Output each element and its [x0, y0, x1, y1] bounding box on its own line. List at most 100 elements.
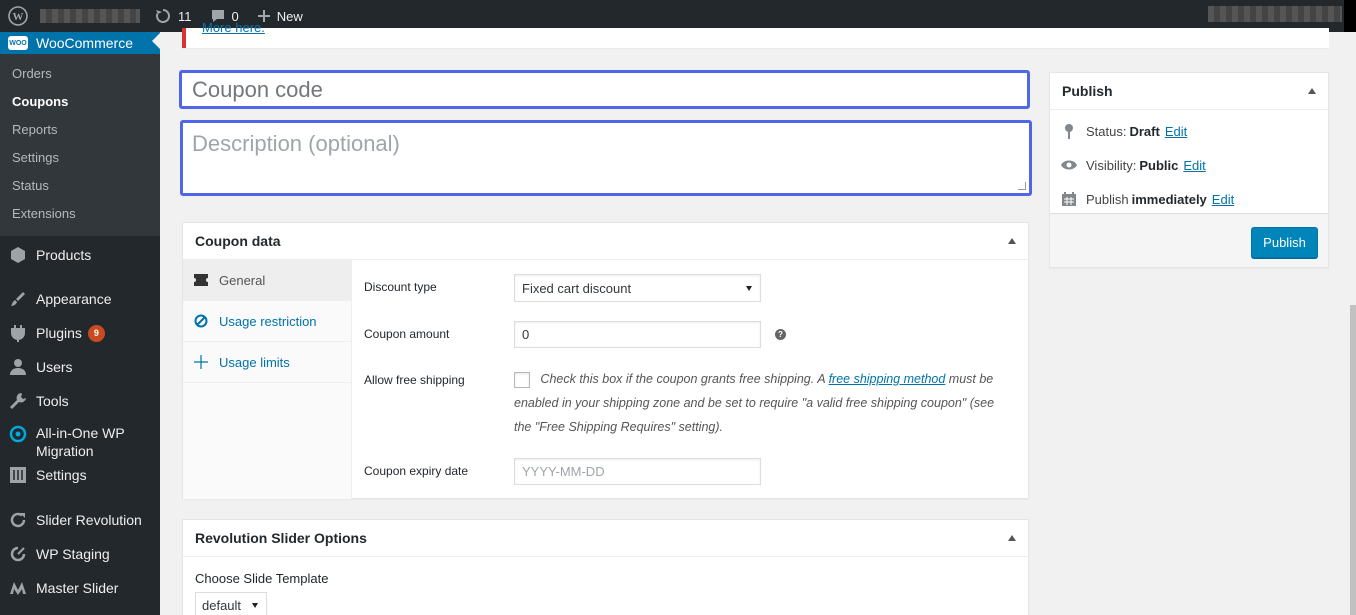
submenu-settings[interactable]: Settings: [0, 144, 160, 172]
box-icon: [8, 245, 28, 265]
publish-label: Publish: [1086, 191, 1129, 207]
calendar-icon: [1060, 191, 1078, 207]
collapse-arrow-icon[interactable]: [1008, 535, 1016, 541]
site-name-blurred[interactable]: [40, 9, 140, 23]
publish-title: Publish: [1062, 83, 1113, 99]
menu-master-slider[interactable]: Master Slider: [0, 571, 160, 605]
tab-usage-restriction[interactable]: Usage restriction: [183, 301, 351, 342]
menu-users[interactable]: Users: [0, 350, 160, 384]
discount-type-select[interactable]: Fixed cart discount: [514, 274, 761, 302]
free-shipping-row: Allow free shipping Check this box if th…: [364, 367, 1014, 439]
free-shipping-label: Allow free shipping: [364, 373, 465, 387]
submenu-extensions[interactable]: Extensions: [0, 200, 160, 228]
submenu-status[interactable]: Status: [0, 172, 160, 200]
menu-wp-staging[interactable]: WP Staging: [0, 537, 160, 571]
menu-woocommerce[interactable]: WOO WooCommerce: [0, 32, 160, 54]
coupon-code-input[interactable]: [192, 73, 1027, 107]
coupon-amount-row: Coupon amount 0 ?: [364, 321, 786, 348]
collapse-arrow-icon[interactable]: [1008, 238, 1016, 244]
woocommerce-submenu: Orders Coupons Reports Settings Status E…: [0, 54, 160, 236]
paintbrush-icon: [8, 289, 28, 309]
revolution-slider-title: Revolution Slider Options: [195, 530, 367, 546]
visibility-label: Visibility:: [1086, 157, 1137, 173]
submenu-coupons[interactable]: Coupons: [0, 88, 160, 116]
revolution-slider-box: Revolution Slider Options Choose Slide T…: [182, 519, 1029, 615]
tab-usage-restriction-label: Usage restriction: [219, 313, 317, 329]
tab-general-label: General: [219, 272, 266, 288]
restriction-icon: [193, 314, 209, 328]
updates-icon: [156, 9, 170, 23]
admin-notice: More here.: [182, 20, 1329, 48]
slide-template-select[interactable]: default: [195, 592, 267, 615]
free-shipping-checkbox[interactable]: [514, 371, 530, 388]
updates-count: 11: [178, 8, 192, 24]
dropdown-caret-icon: [252, 602, 258, 608]
status-label: Status:: [1086, 123, 1127, 139]
coupon-code-field[interactable]: [179, 70, 1030, 109]
publish-actions: Publish: [1050, 213, 1328, 267]
coupon-description-field[interactable]: [180, 120, 1032, 196]
expiry-date-input[interactable]: YYYY-MM-DD: [514, 458, 761, 485]
tab-usage-limits[interactable]: Usage limits: [183, 342, 351, 383]
coupon-amount-label: Coupon amount: [364, 327, 450, 341]
woocommerce-icon: WOO: [8, 36, 28, 50]
coupon-amount-input[interactable]: 0: [514, 321, 761, 348]
collapse-arrow-icon[interactable]: [1308, 88, 1316, 94]
status-row: Status: Draft Edit: [1050, 114, 1328, 148]
visibility-row: Visibility: Public Edit: [1050, 148, 1328, 182]
discount-type-row: Discount type Fixed cart discount: [364, 274, 761, 302]
admin-sidebar: WOO WooCommerce Orders Coupons Reports S…: [0, 32, 160, 615]
free-shipping-method-link[interactable]: free shipping method: [829, 372, 946, 386]
menu-slider-revolution-label: Slider Revolution: [36, 512, 142, 528]
tab-general[interactable]: General: [183, 260, 351, 301]
menu-all-in-one-migration[interactable]: All-in-One WP Migration: [0, 418, 160, 462]
plugins-update-badge: 9: [87, 324, 105, 342]
discount-type-label: Discount type: [364, 280, 437, 294]
submenu-orders[interactable]: Orders: [0, 60, 160, 88]
free-shipping-description: Check this box if the coupon grants free…: [514, 367, 1014, 439]
schedule-row: Publish immediately Edit: [1050, 182, 1328, 216]
menu-products[interactable]: Products: [0, 238, 160, 272]
user-icon: [8, 357, 28, 377]
menu-woocommerce-label: WooCommerce: [36, 35, 133, 51]
staging-icon: [8, 544, 28, 564]
slide-template-label: Choose Slide Template: [195, 571, 329, 586]
menu-migration-label: All-in-One WP Migration: [36, 425, 125, 459]
edit-visibility-link[interactable]: Edit: [1183, 158, 1205, 173]
edit-schedule-link[interactable]: Edit: [1212, 192, 1234, 207]
migration-icon: [8, 424, 28, 444]
settings-sliders-icon: [8, 465, 28, 485]
publish-box: Publish Status: Draft Edit Visibility: P…: [1049, 72, 1329, 268]
menu-users-label: Users: [36, 359, 73, 375]
menu-plugins[interactable]: Plugins 9: [0, 316, 160, 350]
textarea-resize-handle[interactable]: [1018, 182, 1026, 190]
coupon-data-title: Coupon data: [195, 233, 281, 249]
admin-bar-edge: [1344, 0, 1356, 32]
menu-products-label: Products: [36, 247, 92, 263]
edit-status-link[interactable]: Edit: [1165, 124, 1187, 139]
visibility-value: Public: [1139, 157, 1179, 173]
my-account-blurred[interactable]: [1208, 6, 1342, 22]
page-scrollbar[interactable]: [1350, 305, 1356, 615]
submenu-reports[interactable]: Reports: [0, 116, 160, 144]
help-tip-icon[interactable]: ?: [775, 329, 786, 340]
menu-tools-label: Tools: [36, 393, 69, 409]
pin-icon: [1060, 123, 1078, 139]
discount-type-value: Fixed cart discount: [522, 280, 632, 296]
menu-slider-revolution[interactable]: Slider Revolution: [0, 503, 160, 537]
status-value: Draft: [1129, 123, 1160, 139]
menu-master-slider-label: Master Slider: [36, 580, 119, 596]
publish-header[interactable]: Publish: [1050, 73, 1328, 110]
coupon-description-input[interactable]: [192, 131, 1020, 187]
publish-button[interactable]: Publish: [1251, 227, 1318, 258]
menu-settings[interactable]: Settings: [0, 458, 160, 492]
tab-usage-limits-label: Usage limits: [219, 354, 290, 370]
wordpress-logo-icon[interactable]: W: [0, 0, 36, 32]
coupon-data-tabs: General Usage restriction Usage limits: [183, 260, 352, 499]
notice-link[interactable]: More here.: [202, 20, 265, 35]
menu-tools[interactable]: Tools: [0, 384, 160, 418]
revolution-slider-header[interactable]: Revolution Slider Options: [183, 520, 1028, 557]
coupon-data-header[interactable]: Coupon data: [183, 223, 1028, 260]
updates-item[interactable]: 11: [154, 7, 192, 25]
menu-appearance[interactable]: Appearance: [0, 282, 160, 316]
